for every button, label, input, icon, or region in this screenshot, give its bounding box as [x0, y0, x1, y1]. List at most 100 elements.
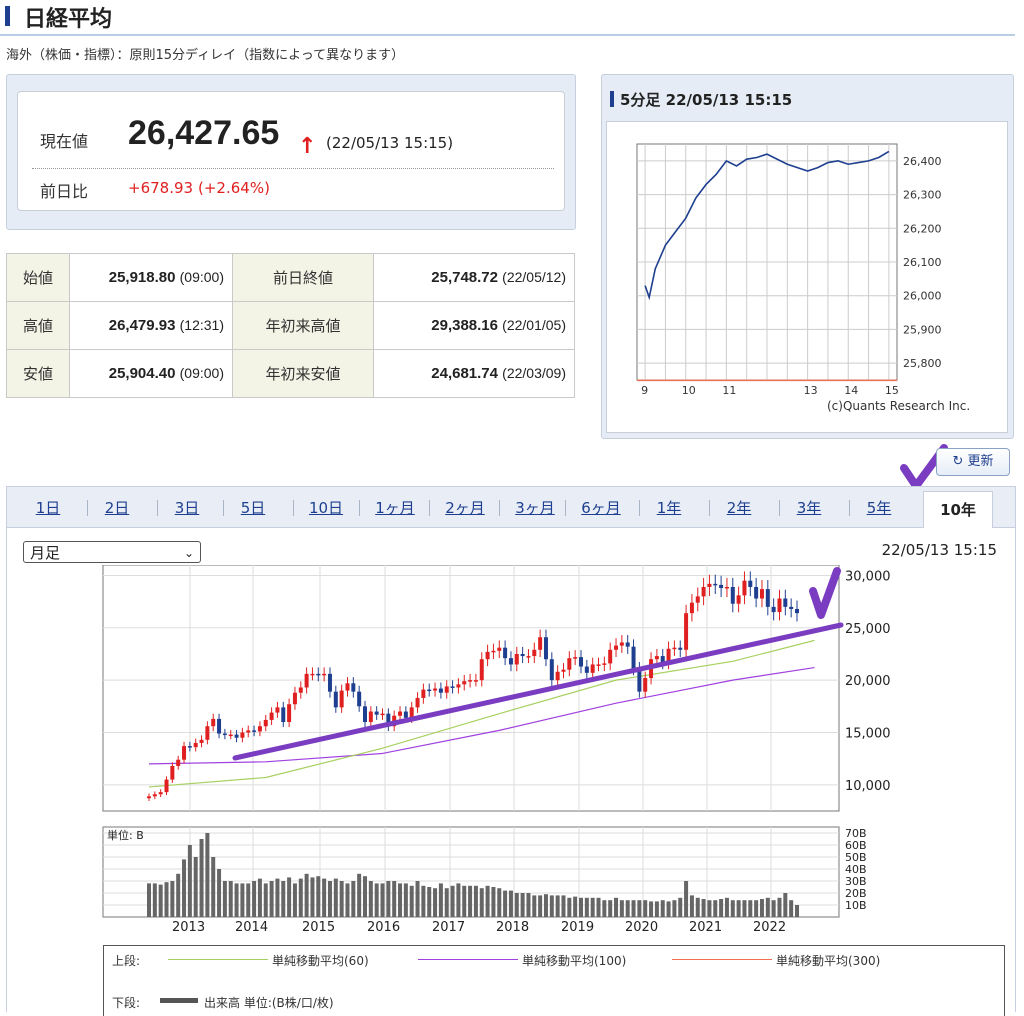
- y-tick-label: 25,900: [903, 323, 942, 336]
- tab-7[interactable]: 2ヶ月: [437, 497, 493, 518]
- main-chart-panel: 1日 2日 3日 5日 10日 1ヶ月 2ヶ月 3ヶ月 6ヶ月 1年 2年 3年 5年 10年 月足 ⌄ …: [6, 486, 1016, 1016]
- candle-body: [754, 586, 759, 599]
- volume-bar: [357, 873, 362, 917]
- candle-body: [374, 711, 379, 715]
- candle-body: [485, 651, 490, 660]
- candle-body: [573, 657, 578, 659]
- volume-bar: [205, 833, 210, 917]
- volume-bar: [211, 857, 216, 917]
- tab-2[interactable]: 2日: [95, 497, 139, 518]
- candle-body: [164, 779, 169, 793]
- tab-separator: [223, 500, 224, 516]
- volume-bar: [199, 839, 204, 917]
- tab-1[interactable]: 1日: [31, 497, 65, 518]
- candle-body: [771, 606, 776, 613]
- candle-body: [672, 647, 677, 650]
- volume-bar: [444, 888, 449, 917]
- refresh-button[interactable]: ↻ 更新: [936, 448, 1010, 476]
- candle-body: [491, 650, 496, 653]
- candle-body: [199, 739, 204, 743]
- volume-bar: [602, 900, 607, 917]
- tab-14[interactable]: 10年: [923, 491, 993, 528]
- tab-8[interactable]: 3ヶ月: [507, 497, 563, 518]
- volume-bar: [374, 883, 379, 917]
- candle-body: [345, 683, 350, 691]
- volume-bar: [754, 900, 759, 917]
- volume-bar: [479, 888, 484, 917]
- volume-bar: [485, 885, 490, 917]
- change-label: 前日比: [40, 182, 89, 201]
- candle-body: [789, 606, 794, 609]
- tab-13[interactable]: 5年: [857, 497, 901, 518]
- low-value: 25,904.40 (09:00): [69, 349, 233, 398]
- volume-bar: [765, 897, 770, 917]
- volume-bar: [724, 897, 729, 917]
- candle-body: [257, 726, 262, 732]
- candle-body: [456, 684, 461, 688]
- tab-separator: [779, 500, 780, 516]
- legend-lower-label: 下段:: [112, 996, 141, 1010]
- legend-volume: 出来高 単位:(B株/口/枚): [204, 996, 334, 1010]
- candle-body: [182, 746, 187, 760]
- volume-bar: [403, 883, 408, 917]
- tab-separator: [293, 500, 294, 516]
- tab-3[interactable]: 3日: [165, 497, 209, 518]
- tab-9[interactable]: 6ヶ月: [573, 497, 629, 518]
- candle-body: [526, 656, 531, 658]
- volume-bar: [246, 883, 251, 917]
- volume-swatch: [160, 998, 198, 1003]
- candle-body: [625, 642, 630, 647]
- price-time: (22/05/13 15:15): [326, 134, 454, 152]
- legend-ma100: 単純移動平均(100): [522, 954, 627, 968]
- candle-body: [473, 680, 478, 682]
- candle-body: [742, 580, 747, 596]
- candle-body: [357, 691, 362, 707]
- candle-body: [310, 673, 315, 676]
- candle-body: [701, 586, 706, 597]
- tab-5[interactable]: 10日: [301, 497, 351, 518]
- tab-11[interactable]: 2年: [717, 497, 761, 518]
- volume-bar: [789, 900, 794, 917]
- x-tick-label: 2015: [302, 920, 335, 935]
- y-tick-label: 10,000: [845, 779, 891, 794]
- volume-bar: [240, 883, 245, 917]
- volume-bar: [666, 901, 671, 917]
- legend-ma60: 単純移動平均(60): [272, 954, 369, 968]
- tab-6[interactable]: 1ヶ月: [367, 497, 423, 518]
- volume-bar: [345, 883, 350, 917]
- x-tick-label: 11: [722, 384, 736, 397]
- ma300-swatch: [672, 959, 772, 960]
- volume-bar: [473, 885, 478, 917]
- candle-body: [777, 598, 782, 613]
- candle-body: [795, 608, 799, 614]
- volume-bar: [164, 882, 169, 917]
- period-select[interactable]: 月足 ⌄: [23, 541, 201, 563]
- volume-bar: [759, 899, 764, 917]
- candle-body: [654, 656, 659, 660]
- y-tick-label: 20,000: [845, 674, 891, 689]
- high-value: 26,479.93 (12:31): [69, 301, 233, 350]
- tab-4[interactable]: 5日: [231, 497, 275, 518]
- candle-body: [246, 730, 251, 733]
- candle-body: [298, 687, 303, 693]
- volume-bar: [222, 881, 227, 917]
- volume-bar: [275, 878, 280, 917]
- volume-bar: [742, 900, 747, 917]
- candle-body: [555, 671, 560, 681]
- volume-bar: [584, 897, 589, 917]
- volume-bar: [608, 900, 613, 917]
- volume-bar: [672, 900, 677, 917]
- candle-body: [433, 688, 438, 691]
- tab-10[interactable]: 1年: [647, 497, 691, 518]
- volume-bar: [252, 881, 257, 917]
- volume-bar: [730, 900, 735, 917]
- volume-bar: [386, 881, 391, 917]
- tab-12[interactable]: 3年: [787, 497, 831, 518]
- volume-bar: [684, 881, 689, 917]
- refresh-label: 更新: [967, 454, 994, 469]
- volume-bar: [368, 881, 373, 917]
- y-tick-label: 26,200: [903, 222, 942, 235]
- volume-tick-label: 10B: [845, 899, 867, 912]
- candle-body: [719, 584, 724, 589]
- delay-note: 海外（株価・指標）：原則15分ディレイ（指数によって異なります）: [6, 48, 405, 63]
